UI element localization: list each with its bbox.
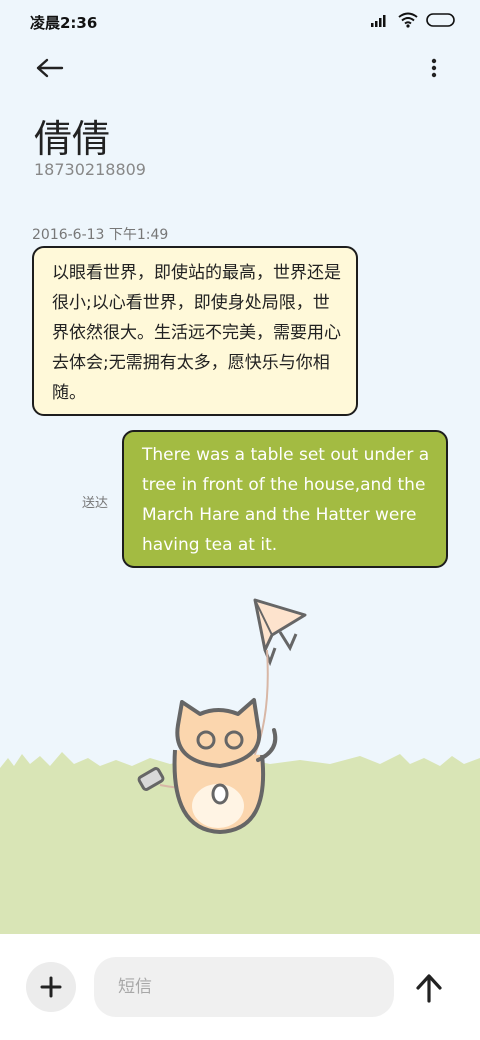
send-arrow-icon bbox=[416, 974, 442, 1003]
battery-icon bbox=[426, 13, 455, 27]
back-button[interactable] bbox=[28, 50, 72, 86]
contact-name: 倩倩 bbox=[34, 117, 111, 161]
wifi-icon bbox=[398, 12, 418, 28]
delivery-status: 送达 bbox=[82, 496, 109, 511]
sent-message-bubble[interactable]: There was a table set out under a tree i… bbox=[122, 430, 448, 568]
status-icons bbox=[370, 12, 456, 28]
add-attachment-button[interactable] bbox=[26, 962, 76, 1012]
contact-number: 18730218809 bbox=[34, 160, 146, 179]
back-arrow-icon bbox=[36, 58, 64, 78]
status-time: 凌晨2:36 bbox=[30, 14, 98, 32]
plus-icon bbox=[40, 976, 62, 998]
received-message-bubble[interactable]: 以眼看世界，即使站的最高，世界还是很小;以心看世界，即使身处局限，世界依然很大。… bbox=[32, 246, 358, 416]
send-button[interactable] bbox=[410, 968, 448, 1008]
more-options-button[interactable] bbox=[420, 50, 448, 86]
cat-kite-illustration bbox=[137, 598, 307, 835]
message-timestamp: 2016-6-13 下午1:49 bbox=[32, 227, 169, 243]
status-bar: 凌晨2:36 bbox=[0, 0, 480, 44]
more-vertical-icon bbox=[431, 58, 437, 78]
message-input[interactable] bbox=[94, 957, 394, 1017]
signal-icon bbox=[371, 15, 386, 27]
